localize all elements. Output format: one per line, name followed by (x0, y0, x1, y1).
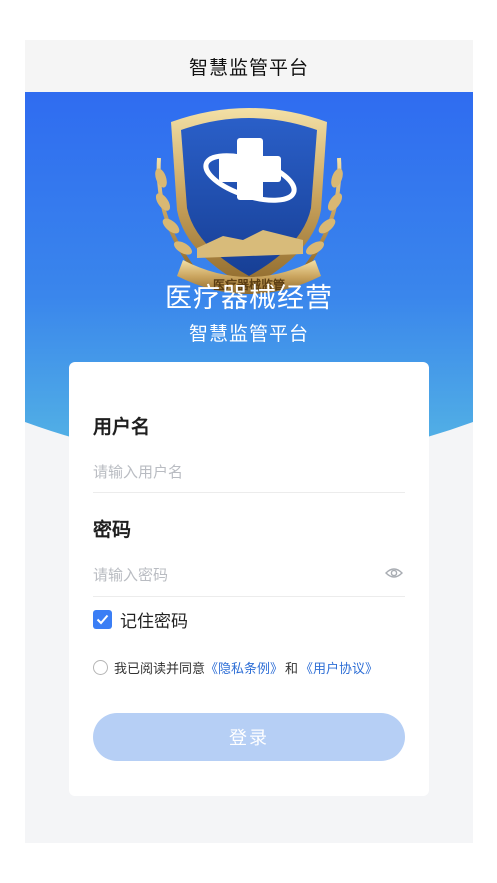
check-icon (96, 614, 109, 624)
brand-subtitle: 智慧监管平台 (188, 323, 309, 345)
page-title: 智慧监管平台 (188, 56, 309, 79)
app-screen: 智慧监管平台 医疗器械监管 医疗器械经营 智慧监管平台 用户名 请输入用户名 密… (25, 40, 473, 843)
remember-label: 记住密码 (120, 611, 188, 632)
username-input[interactable] (93, 452, 405, 492)
remember-password-row[interactable]: 记住密码 (93, 608, 188, 632)
agreement-row: 我已阅读并同意 《隐私条例》 和 《用户协议》 (93, 657, 378, 677)
password-underline (93, 596, 405, 597)
username-label: 用户名 (93, 416, 151, 438)
password-label: 密码 (93, 519, 132, 541)
username-underline (93, 492, 405, 493)
password-input[interactable] (93, 555, 373, 595)
eye-icon[interactable] (385, 566, 403, 580)
nav-bar: 智慧监管平台 (25, 40, 473, 92)
user-agreement-link[interactable]: 《用户协议》 (300, 658, 378, 677)
login-button[interactable]: 登录 (93, 713, 405, 761)
privacy-policy-link[interactable]: 《隐私条例》 (205, 658, 283, 677)
login-card: 用户名 密码 记住密码 我已阅读并同意 《隐私条例》 和 《用户协议》 登录 (69, 362, 429, 796)
agree-radio[interactable] (93, 659, 108, 675)
agree-and: 和 (285, 661, 299, 677)
agree-prefix: 我已阅读并同意 (114, 661, 206, 677)
brand-title: 医疗器械经营 (165, 283, 333, 314)
remember-checkbox[interactable] (93, 609, 112, 629)
